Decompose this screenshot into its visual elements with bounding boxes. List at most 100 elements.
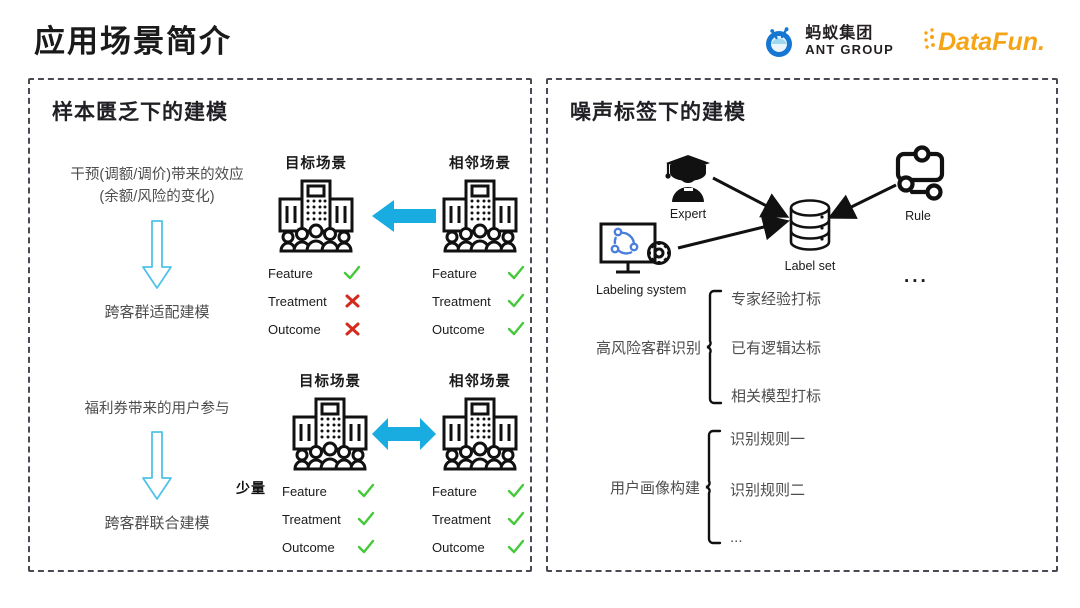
- source-expert: Expert: [660, 150, 716, 221]
- building-people-icon: [268, 177, 364, 253]
- slide-root: 应用场景简介 蚂蚁集团 ANT GROUP DataFun. 样本匮乏下的建模 …: [0, 0, 1080, 608]
- attr-name: Treatment: [432, 511, 491, 527]
- attr-row: Outcome: [432, 318, 528, 340]
- attr-name: Treatment: [268, 293, 327, 309]
- scenario-target-2: 目标场景 Feature Treatment Outcome: [282, 370, 378, 564]
- scenario-attr-list: Feature Treatment Outcome: [432, 480, 528, 558]
- attr-name: Treatment: [432, 293, 491, 309]
- monitor-gear-icon: [596, 220, 686, 280]
- check-icon: [342, 265, 362, 281]
- scenario-adjacent-2: 相邻场景 Feature Treatment Outcome: [432, 370, 528, 564]
- brace-label: 用户画像构建: [610, 479, 701, 497]
- quantity-badge: 少量: [236, 480, 266, 496]
- attr-name: Outcome: [432, 321, 485, 337]
- check-icon: [506, 483, 526, 499]
- attr-row: Outcome: [432, 536, 528, 558]
- left-block-1-effect: 跨客群适配建模: [104, 303, 210, 321]
- brace-item: ...: [730, 529, 743, 546]
- brace-item: 识别规则一: [730, 431, 806, 448]
- attr-row: Feature: [432, 480, 528, 502]
- source-caption: Label set: [784, 259, 836, 273]
- down-arrow-outline-icon-1: [38, 219, 276, 291]
- left-block-1-cause: 干预(调额/调价)带来的效应 (余额/风险的变化): [70, 167, 244, 206]
- cross-icon: [342, 321, 362, 337]
- panel-sample-scarcity: 样本匮乏下的建模 干预(调额/调价)带来的效应 (余额/风险的变化) 跨客群适配…: [28, 78, 532, 572]
- building-people-icon: [432, 395, 528, 471]
- brace-group-high-risk: 高风险客群识别 专家经验打标 已有逻辑达标 相关模型打标: [596, 288, 821, 406]
- svg-text:DataFun.: DataFun.: [938, 28, 1045, 56]
- attr-name: Outcome: [432, 539, 485, 555]
- ant-logo-text: 蚂蚁集团 ANT GROUP: [805, 25, 894, 57]
- page-title: 应用场景简介: [34, 24, 232, 59]
- ant-logo-icon: [763, 24, 797, 58]
- scenario-label: 相邻场景: [449, 156, 511, 172]
- attr-row: Treatment: [282, 508, 378, 530]
- rule-node-icon: [886, 145, 950, 206]
- brace-item: 已有逻辑达标: [731, 339, 822, 357]
- attr-row: Outcome: [268, 318, 364, 340]
- scenario-attr-list: Feature Treatment Outcome: [268, 262, 364, 340]
- double-arrow-icon: [370, 416, 438, 452]
- source-label-set: Label set: [784, 198, 836, 273]
- curly-brace-icon: [705, 428, 722, 546]
- logo-bar: 蚂蚁集团 ANT GROUP DataFun.: [763, 24, 1062, 58]
- panel-noisy-labels: 噪声标签下的建模 Expert Labeling system Label se…: [546, 78, 1058, 572]
- scenario-label: 目标场景: [285, 156, 347, 172]
- building-people-icon: [432, 177, 528, 253]
- attr-name: Feature: [432, 483, 477, 499]
- brace-item: 识别规则二: [730, 481, 806, 499]
- datafun-logo: DataFun.: [920, 24, 1062, 58]
- check-icon: [506, 511, 526, 527]
- attr-row: Treatment: [432, 508, 528, 530]
- transfer-arrow-2: [370, 416, 438, 452]
- attr-row: Outcome: [282, 536, 378, 558]
- scenario-target-1: 目标场景 Feature Treatment Outcome: [268, 152, 364, 346]
- ant-group-logo: 蚂蚁集团 ANT GROUP: [763, 24, 894, 58]
- curly-brace-icon: [706, 288, 723, 406]
- scenario-label: 相邻场景: [449, 374, 511, 390]
- attr-name: Outcome: [268, 321, 321, 337]
- attr-name: Outcome: [282, 539, 335, 555]
- scenario-label: 目标场景: [299, 374, 361, 390]
- attr-row: Feature: [282, 480, 378, 502]
- brace-item-list: 专家经验打标 已有逻辑达标 相关模型打标: [731, 288, 821, 406]
- attr-row: Feature: [432, 262, 528, 284]
- database-icon: [784, 198, 836, 256]
- graduate-expert-icon: [660, 150, 716, 204]
- datafun-logo-icon: DataFun.: [924, 28, 1045, 56]
- brace-item: 专家经验打标: [731, 291, 822, 308]
- source-labeling-system: Labeling system: [596, 220, 686, 297]
- left-block-2-text: 福利券带来的用户参与 跨客群联合建模: [38, 398, 276, 533]
- scenario-attr-list: Feature Treatment Outcome: [282, 480, 378, 558]
- check-icon: [506, 321, 526, 337]
- left-panel-title: 样本匮乏下的建模: [52, 101, 228, 124]
- attr-name: Treatment: [282, 511, 341, 527]
- left-block-2-cause: 福利券带来的用户参与: [84, 401, 230, 417]
- check-icon: [506, 539, 526, 555]
- attr-name: Feature: [282, 483, 327, 499]
- attr-name: Feature: [432, 265, 477, 281]
- attr-row: Treatment: [432, 290, 528, 312]
- check-icon: [356, 483, 376, 499]
- left-block-2-effect: 跨客群联合建模: [104, 515, 210, 533]
- source-caption: Expert: [669, 207, 707, 221]
- attr-row: Feature: [268, 262, 364, 284]
- check-icon: [356, 511, 376, 527]
- source-rule: Rule: [886, 145, 950, 223]
- attr-name: Feature: [268, 265, 313, 281]
- check-icon: [506, 265, 526, 281]
- brace-label: 高风险客群识别: [596, 339, 702, 357]
- scenario-attr-list: Feature Treatment Outcome: [432, 262, 528, 340]
- attr-row: Treatment: [268, 290, 364, 312]
- transfer-arrow-1: [370, 198, 438, 234]
- check-icon: [356, 539, 376, 555]
- source-caption: Rule: [905, 209, 931, 223]
- cross-icon: [342, 293, 362, 309]
- brace-item: 相关模型打标: [731, 388, 822, 405]
- ant-logo-en: ANT GROUP: [805, 41, 894, 57]
- left-block-1-text: 干预(调额/调价)带来的效应 (余额/风险的变化) 跨客群适配建模: [38, 164, 276, 322]
- brace-item-list: 识别规则一 识别规则二 ...: [730, 428, 805, 546]
- check-icon: [506, 293, 526, 309]
- building-people-icon: [282, 395, 378, 471]
- left-arrow-icon: [370, 198, 438, 234]
